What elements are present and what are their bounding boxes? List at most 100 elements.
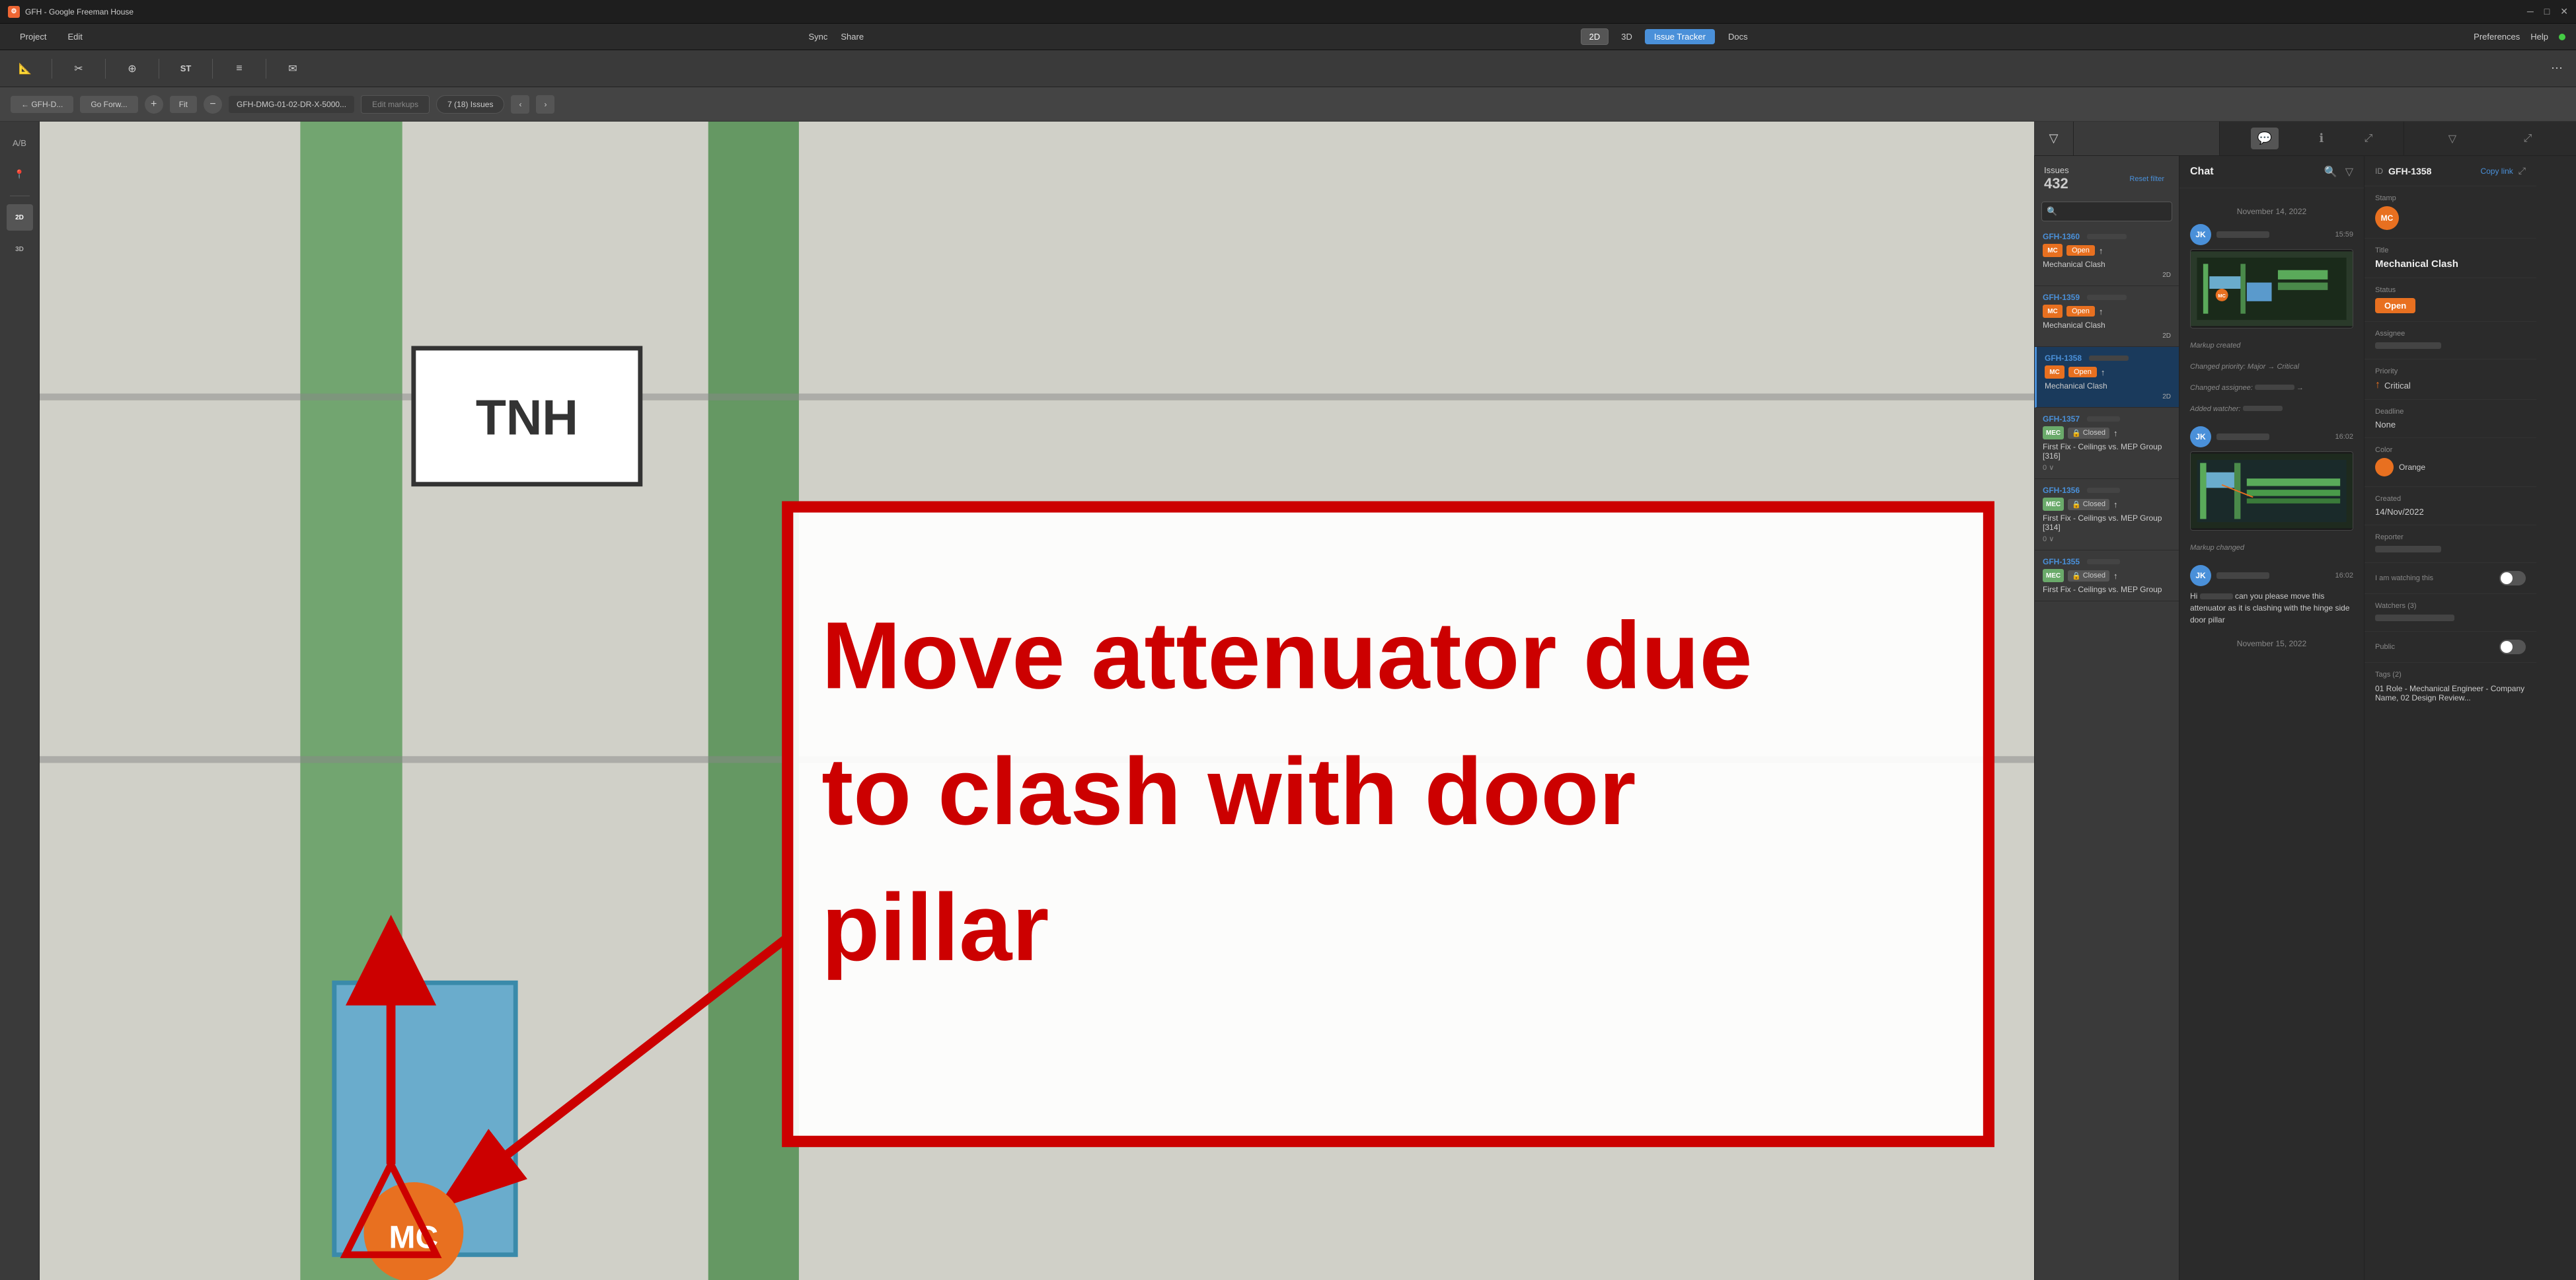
issues-search-input[interactable] — [2041, 202, 2172, 221]
status-field: Status Open — [2365, 278, 2536, 322]
public-toggle[interactable] — [2499, 640, 2526, 654]
msg-time-1602-2: 16:02 — [2335, 572, 2353, 580]
close-btn[interactable]: ✕ — [2560, 6, 2568, 17]
assignee-changed-text: Changed assignee: → — [2190, 384, 2353, 392]
issue-id-1360: GFH-1360 — [2043, 232, 2171, 241]
tags-label: Tags (2) — [2375, 671, 2526, 679]
fit-btn[interactable]: Fit — [170, 96, 197, 113]
detail-expand-icon[interactable]: ⤢ — [2523, 133, 2532, 145]
add-tool-btn[interactable]: ⊕ — [120, 57, 144, 81]
chat-search-icon[interactable]: 🔍 — [2324, 165, 2337, 178]
reset-filter-btn[interactable]: Reset filter — [2124, 172, 2170, 186]
issue-id-1355: GFH-1355 — [2043, 557, 2171, 566]
window-controls[interactable]: ─ □ ✕ — [2527, 6, 2568, 17]
avatar-jk-3: JK — [2190, 565, 2211, 586]
reporter-label: Reporter — [2375, 533, 2526, 541]
next-issue-btn[interactable]: › — [536, 95, 554, 114]
assignee-label: Assignee — [2375, 330, 2526, 338]
chat-date-nov14: November 14, 2022 — [2190, 207, 2353, 216]
priority-changed-text: Changed priority: Major → Critical — [2190, 363, 2353, 371]
title-value: Mechanical Clash — [2375, 258, 2526, 270]
mail-tool-btn[interactable]: ✉ — [281, 57, 305, 81]
issue-item-1357[interactable]: GFH-1357 MEC 🔒 Closed ↑ First Fix - Ceil… — [2035, 408, 2179, 479]
chat-msg-image-2 — [2190, 451, 2353, 531]
menu-share[interactable]: Share — [841, 32, 864, 42]
issue-name-1358: Mechanical Clash — [2045, 381, 2171, 391]
deadline-label: Deadline — [2375, 408, 2526, 416]
chat-msg-header-3: JK 16:02 — [2190, 565, 2353, 586]
chat-bubble-icon[interactable]: 💬 — [2251, 128, 2279, 149]
minimize-btn[interactable]: ─ — [2527, 6, 2534, 17]
panel-top-row: ▽ 💬 ℹ ⤢ ▽ ⤢ — [2034, 122, 2576, 156]
issue-tracker-btn[interactable]: Issue Tracker — [1645, 29, 1715, 44]
cut-tool-btn[interactable]: ✂ — [67, 57, 91, 81]
sidebar-pin-tool[interactable]: 📍 — [7, 161, 33, 188]
mode-2d-btn[interactable]: 2D — [1581, 28, 1609, 45]
issue-item-1359[interactable]: GFH-1359 MC Open ↑ Mechanical Clash 2D — [2035, 286, 2179, 347]
help-link[interactable]: Help — [2530, 32, 2548, 42]
zoom-in-btn[interactable]: + — [145, 95, 163, 114]
issue-item-1356[interactable]: GFH-1356 MEC 🔒 Closed ↑ First Fix - Ceil… — [2035, 479, 2179, 550]
detail-panel-header: ID GFH-1358 Copy link ⤢ — [2365, 156, 2536, 186]
public-label: Public — [2375, 643, 2395, 651]
watchers-label: Watchers (3) — [2375, 602, 2526, 610]
docs-btn[interactable]: Docs — [1719, 29, 1757, 44]
mode-3d-btn[interactable]: 3D — [1612, 28, 1641, 45]
msg-time-1559: 15:59 — [2335, 231, 2353, 239]
toolbar: 📐 ✂ ⊕ ST ≡ ✉ ⋯ — [0, 50, 2576, 87]
up-arrow-1359: ↑ — [2099, 307, 2103, 317]
filter-segment: ▽ — [2034, 122, 2074, 156]
assignee-value-blur — [2375, 342, 2441, 349]
issue-item-1358[interactable]: GFH-1358 MC Open ↑ Mechanical Clash 2D — [2035, 347, 2179, 408]
markup-changed-text: Markup changed — [2190, 544, 2353, 552]
issue-row-1357: MEC 🔒 Closed ↑ — [2043, 426, 2171, 439]
tool-group-left: 📐 — [13, 57, 37, 81]
maximize-btn[interactable]: □ — [2544, 6, 2550, 17]
issues-search-bar: 🔍 — [2041, 202, 2172, 221]
status-closed-1355: 🔒 Closed — [2068, 570, 2109, 582]
filter-icon[interactable]: ▽ — [2049, 132, 2059, 145]
menu-project[interactable]: Project — [11, 29, 56, 44]
info-icon[interactable]: ℹ — [2319, 132, 2324, 145]
stamp-tool-btn[interactable]: ST — [174, 57, 198, 81]
priority-label: Priority — [2375, 367, 2526, 375]
prev-issue-btn[interactable]: ‹ — [511, 95, 529, 114]
layers-tool-btn[interactable]: ≡ — [227, 57, 251, 81]
sidebar-text-tool[interactable]: A/B — [7, 130, 33, 156]
copy-link-btn[interactable]: Copy link — [2480, 167, 2513, 176]
menu-edit[interactable]: Edit — [58, 29, 91, 44]
issue-name-1360: Mechanical Clash — [2043, 260, 2171, 269]
issue-item-1360[interactable]: GFH-1360 MC Open ↑ Mechanical Clash 2D — [2035, 225, 2179, 286]
drawing-area[interactable]: TNH ATT Move attenuator due to clash wit… — [40, 122, 2034, 1280]
chat-msg-jk-1602-text: JK 16:02 Hi can you please move this att… — [2190, 565, 2353, 626]
watching-toggle[interactable] — [2499, 571, 2526, 585]
closed-lock-icon: 🔒 — [2072, 429, 2081, 437]
issue-item-1355[interactable]: GFH-1355 MEC 🔒 Closed ↑ First Fix - Ceil… — [2035, 550, 2179, 601]
expand-icon[interactable]: ⤢ — [2365, 133, 2373, 145]
sidebar-2d-tool[interactable]: 2D — [7, 204, 33, 231]
app-logo: ⚙ — [8, 6, 20, 18]
sidebar-3d-tool[interactable]: 3D — [7, 236, 33, 262]
menu-sync[interactable]: Sync — [808, 32, 827, 42]
chat-filter-icon[interactable]: ▽ — [2345, 165, 2353, 178]
priority-badge: ↑ Critical — [2375, 379, 2411, 391]
markup-created-text: Markup created — [2190, 342, 2353, 350]
priority-field: Priority ↑ Critical — [2365, 359, 2536, 400]
measure-tool-btn[interactable]: 📐 — [13, 57, 37, 81]
user-name-blur-1 — [2216, 231, 2269, 238]
detail-filter-icon[interactable]: ▽ — [2448, 132, 2456, 145]
color-dot — [2375, 458, 2394, 476]
issues-count: 432 — [2044, 175, 2069, 192]
back-nav-btn[interactable]: ← GFH-D... — [11, 96, 73, 113]
overflow-menu-btn[interactable]: ⋯ — [2551, 61, 2563, 75]
edit-markups-btn[interactable]: Edit markups — [361, 95, 430, 114]
svg-text:to clash with door: to clash with door — [821, 738, 1636, 845]
forward-nav-btn[interactable]: Go Forw... — [80, 96, 137, 113]
zoom-out-btn[interactable]: − — [204, 95, 222, 114]
avatar-jk-2: JK — [2190, 426, 2211, 447]
preferences-link[interactable]: Preferences — [2474, 32, 2520, 42]
external-link-icon[interactable]: ⤢ — [2519, 165, 2526, 176]
detail-segment-top: ▽ ⤢ — [2404, 122, 2576, 156]
file-name-label: GFH-DMG-01-02-DR-X-5000... — [229, 96, 354, 113]
issues-count-badge[interactable]: 7 (18) Issues — [436, 95, 504, 114]
